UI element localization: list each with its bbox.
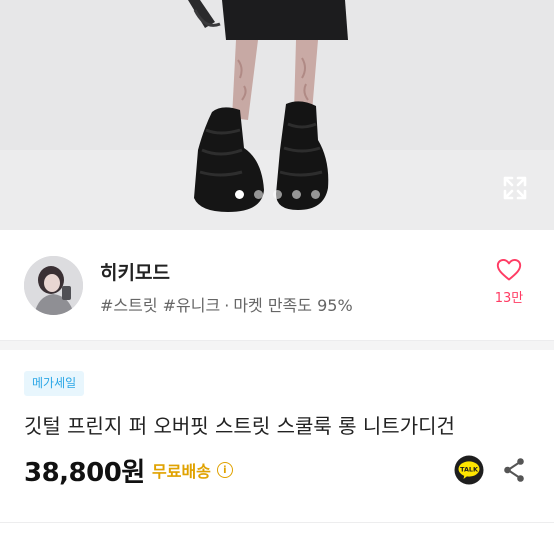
product-image-carousel[interactable] [0, 0, 554, 230]
carousel-dot[interactable] [272, 190, 282, 199]
market-satisfaction: 마켓 만족도 95% [233, 296, 353, 315]
like-count: 13만 [494, 291, 524, 306]
heart-icon [496, 258, 522, 281]
shipping-label: 무료배송 [152, 462, 211, 481]
bottom-divider [0, 522, 554, 523]
info-icon: i [216, 462, 233, 478]
carousel-dot[interactable] [253, 190, 263, 199]
seller-section: 히키모드 #스트릿 #유니크 · 마켓 만족도 95% 13만 [0, 230, 554, 340]
free-shipping-info[interactable]: 무료배송 i [152, 458, 233, 482]
talk-label: TALK [460, 466, 479, 474]
avatar-image [24, 256, 83, 315]
carousel-dot[interactable] [234, 190, 244, 199]
carousel-pagination [0, 190, 554, 199]
carousel-dot[interactable] [291, 190, 301, 199]
section-divider [0, 340, 554, 350]
seller-meta: #스트릿 #유니크 · 마켓 만족도 95% [100, 292, 353, 316]
product-title: 깃털 프린지 퍼 오버핏 스트릿 스쿨룩 롱 니트가디건 [24, 414, 455, 438]
price-row: 38,800원 무료배송 i TALK [24, 452, 530, 488]
meta-separator: · [224, 296, 230, 315]
share-icon[interactable] [502, 457, 526, 483]
kakao-talk-icon[interactable]: TALK [454, 455, 484, 485]
expand-icon[interactable] [502, 175, 528, 201]
seller-name[interactable]: 히키모드 [100, 258, 170, 285]
sale-badge: 메가세일 [24, 371, 85, 396]
seller-tags[interactable]: #스트릿 #유니크 [100, 296, 220, 315]
carousel-dot[interactable] [310, 190, 320, 199]
like-button[interactable]: 13만 [494, 258, 524, 306]
seller-avatar[interactable] [24, 256, 83, 315]
product-price: 38,800원 [24, 458, 145, 488]
